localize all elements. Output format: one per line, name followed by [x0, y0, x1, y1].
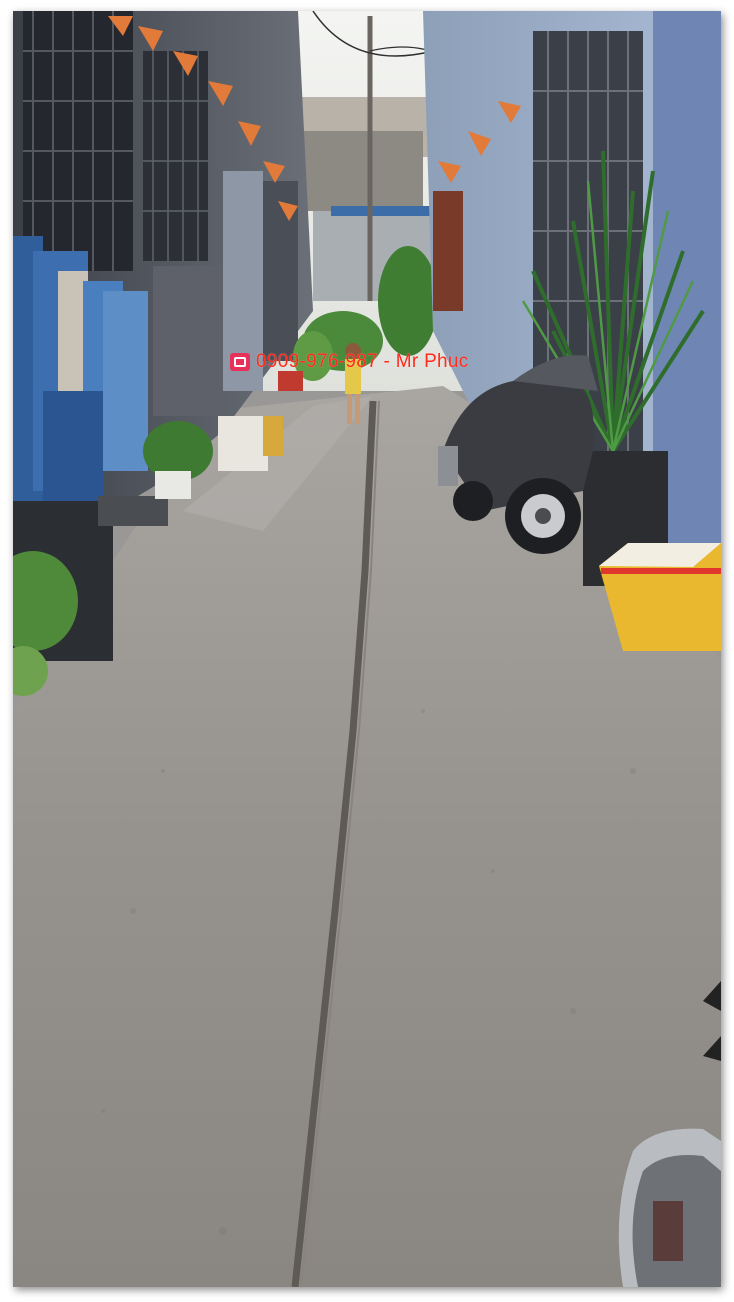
contact-watermark: 0909-976-987 - Mr Phuc — [230, 351, 469, 373]
watermark-text: 0909-976-987 - Mr Phuc — [256, 351, 469, 373]
watermark-name: Mr Phuc — [395, 351, 469, 372]
photo-frame: 0909-976-987 - Mr Phuc — [13, 11, 721, 1287]
phone-icon — [230, 353, 250, 371]
watermark-phone: 0909-976-987 — [256, 351, 378, 372]
watermark-separator: - — [377, 351, 396, 372]
alley-scene — [13, 11, 721, 1287]
